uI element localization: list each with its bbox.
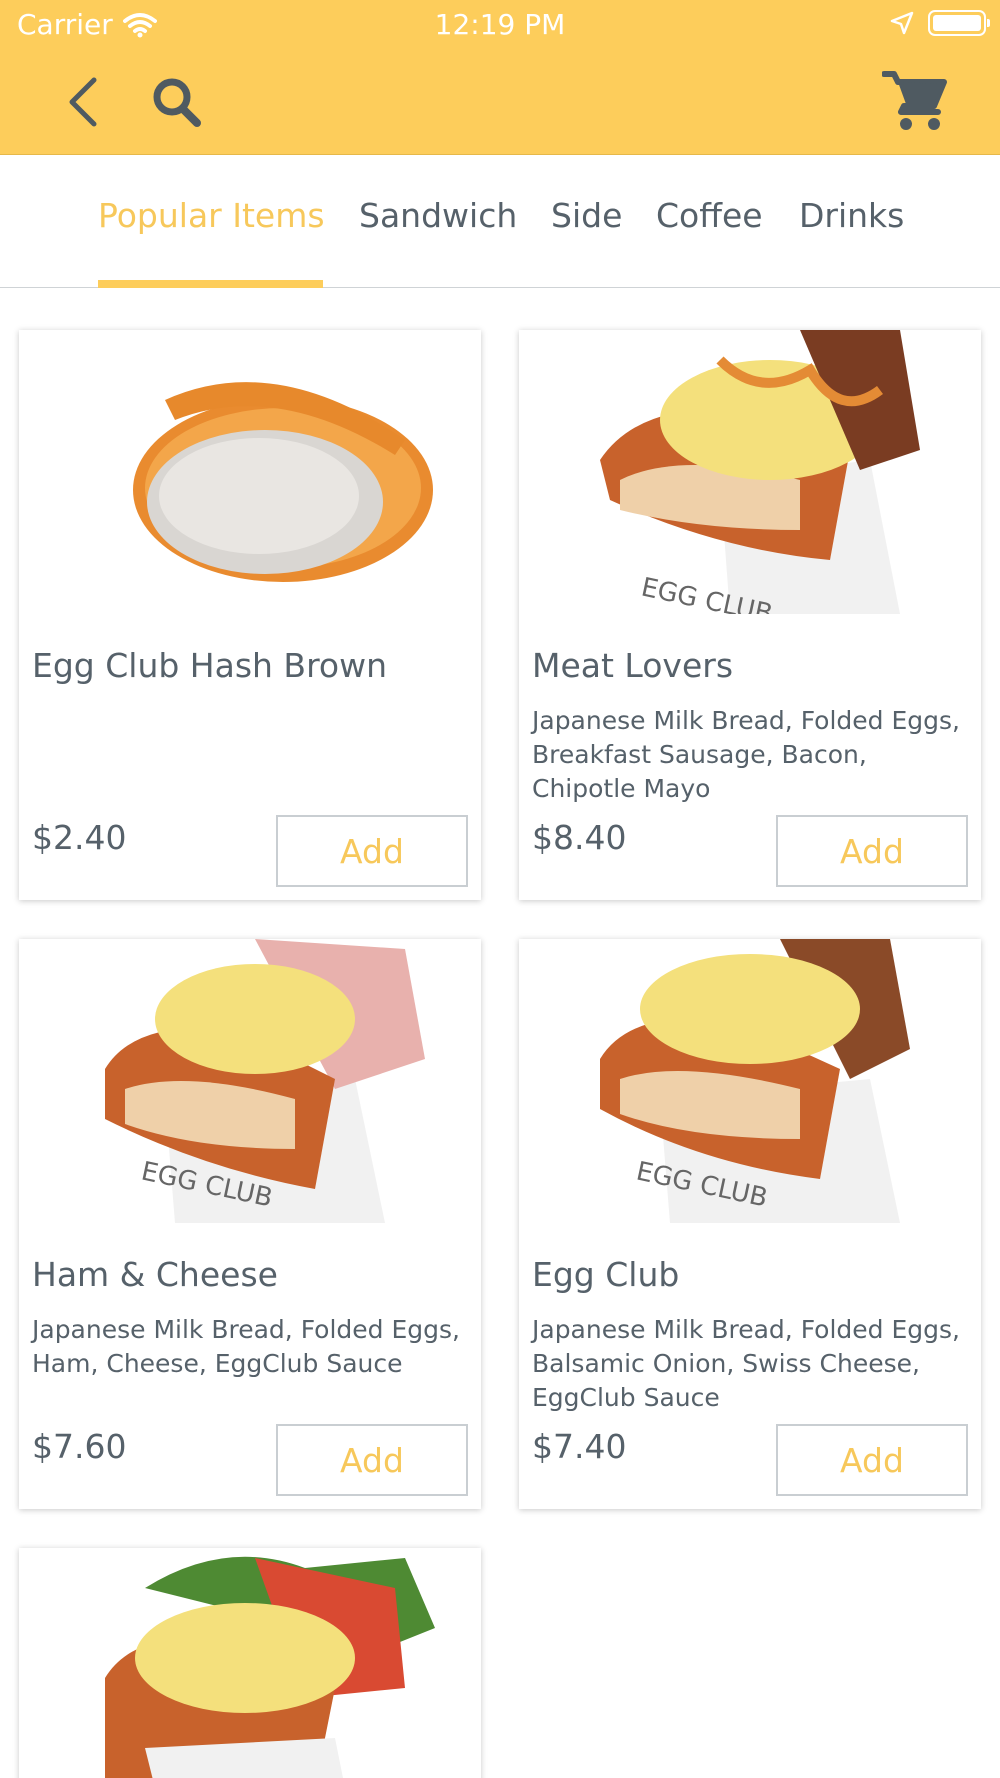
- product-name: Ham & Cheese: [32, 1255, 278, 1294]
- add-button[interactable]: Add: [776, 815, 968, 887]
- search-icon[interactable]: [150, 74, 204, 130]
- product-name: Egg Club Hash Brown: [32, 646, 388, 685]
- active-tab-indicator: [98, 280, 323, 288]
- product-name: Egg Club: [532, 1255, 680, 1294]
- product-card[interactable]: Egg Club Hash Brown $2.40 Add: [19, 330, 481, 900]
- product-card[interactable]: EGG CLUB Ham & Cheese Japanese Milk Brea…: [19, 939, 481, 1509]
- add-button[interactable]: Add: [776, 1424, 968, 1496]
- product-price: $7.60: [32, 1427, 127, 1466]
- category-tabs: Popular Items Sandwich Side Coffee Drink…: [0, 156, 1000, 288]
- tab-side[interactable]: Side: [551, 196, 622, 235]
- product-card[interactable]: [19, 1548, 481, 1778]
- product-description: Japanese Milk Bread, Folded Eggs, Ham, C…: [32, 1315, 460, 1378]
- product-price: $2.40: [32, 818, 127, 857]
- tab-coffee[interactable]: Coffee: [656, 196, 763, 235]
- product-image: [105, 1548, 449, 1778]
- shopping-cart-icon[interactable]: [882, 68, 948, 134]
- product-card[interactable]: EGG CLUB Meat Lovers Japanese Milk Bread…: [519, 330, 981, 900]
- tab-sandwich[interactable]: Sandwich: [359, 196, 517, 235]
- product-name: Meat Lovers: [532, 646, 734, 685]
- product-image: EGG CLUB: [105, 939, 449, 1223]
- location-arrow-icon: [890, 11, 914, 35]
- product-description: Japanese Milk Bread, Folded Eggs, Balsam…: [532, 1315, 960, 1412]
- product-image: [105, 330, 449, 614]
- app-header: Carrier 12:19 PM: [0, 0, 1000, 155]
- chevron-left-icon[interactable]: [64, 74, 104, 130]
- product-image: EGG CLUB: [600, 939, 944, 1223]
- tab-drinks[interactable]: Drinks: [799, 196, 904, 235]
- product-price: $8.40: [532, 818, 627, 857]
- battery-icon: [928, 10, 990, 36]
- product-description: Japanese Milk Bread, Folded Eggs, Breakf…: [532, 706, 960, 803]
- product-card[interactable]: EGG CLUB Egg Club Japanese Milk Bread, F…: [519, 939, 981, 1509]
- status-time: 12:19 PM: [434, 8, 566, 41]
- product-price: $7.40: [532, 1427, 627, 1466]
- product-image: EGG CLUB: [600, 330, 944, 614]
- add-button[interactable]: Add: [276, 815, 468, 887]
- status-indicators: [890, 10, 990, 36]
- tab-popular-items[interactable]: Popular Items: [98, 196, 325, 235]
- add-button[interactable]: Add: [276, 1424, 468, 1496]
